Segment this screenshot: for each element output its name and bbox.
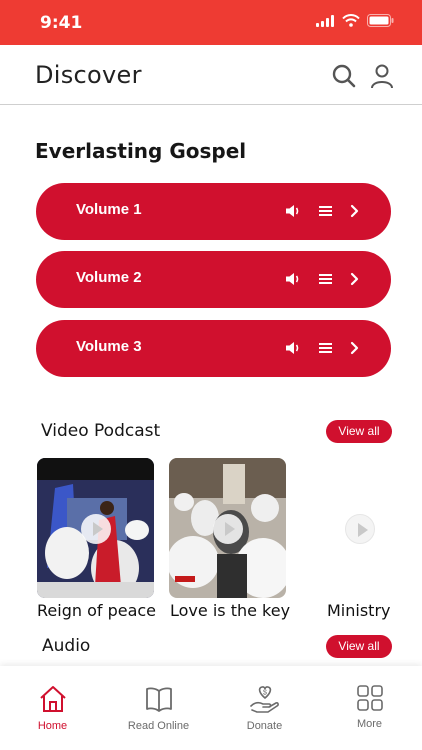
bottom-tab-bar: Home Read Online $ Donate More [0, 666, 422, 750]
tab-label-more: More [356, 718, 383, 730]
home-icon [39, 686, 66, 712]
status-time: 9:41 [40, 13, 83, 33]
book-icon [145, 687, 172, 712]
chevron-right-icon[interactable] [345, 202, 363, 220]
battery-icon [367, 14, 394, 27]
speaker-icon[interactable] [284, 202, 302, 220]
tab-label-read-online: Read Online [127, 720, 190, 732]
tab-label-home: Home [37, 720, 68, 732]
video-thumbnail-1[interactable] [37, 458, 154, 598]
page-title: Discover [35, 61, 142, 89]
svg-text:$: $ [263, 690, 267, 697]
video-thumbnail-3[interactable] [301, 458, 418, 598]
grid-icon [356, 685, 383, 711]
speaker-icon[interactable] [284, 270, 302, 288]
play-icon[interactable] [345, 514, 375, 544]
volume-label: Volume 2 [76, 269, 142, 286]
donate-hand-icon: $ [249, 686, 279, 713]
play-icon[interactable] [81, 514, 111, 544]
status-bar: 9:41 [0, 0, 422, 45]
menu-icon[interactable] [317, 202, 335, 220]
user-icon[interactable] [369, 63, 395, 89]
volume-button-1[interactable]: Volume 1 [36, 183, 391, 240]
tab-read-online[interactable]: Read Online [106, 666, 211, 750]
section-title-video-podcast: Video Podcast [41, 421, 161, 441]
signal-icon [316, 14, 334, 27]
volume-label: Volume 1 [76, 201, 142, 218]
speaker-icon[interactable] [284, 339, 302, 357]
play-icon[interactable] [213, 514, 243, 544]
tab-home[interactable]: Home [0, 666, 105, 750]
volume-button-2[interactable]: Volume 2 [36, 251, 391, 308]
status-icons [316, 14, 394, 27]
search-icon[interactable] [331, 63, 357, 89]
tab-donate[interactable]: $ Donate [212, 666, 317, 750]
view-all-video-button[interactable]: View all [326, 420, 392, 443]
video-caption-2: Love is the key [170, 601, 291, 620]
volume-button-3[interactable]: Volume 3 [36, 320, 391, 377]
tab-label-donate: Donate [246, 720, 283, 732]
volume-label: Volume 3 [76, 338, 142, 355]
tab-more[interactable]: More [317, 666, 422, 750]
section-title-audio: Audio [42, 636, 91, 656]
chevron-right-icon[interactable] [345, 339, 363, 357]
video-thumbnail-2[interactable] [169, 458, 286, 598]
app-header: Discover [0, 45, 422, 105]
menu-icon[interactable] [317, 339, 335, 357]
section-title-gospel: Everlasting Gospel [35, 139, 247, 163]
view-all-audio-button[interactable]: View all [326, 635, 392, 658]
chevron-right-icon[interactable] [345, 270, 363, 288]
video-caption-1: Reign of peace [37, 601, 157, 620]
video-caption-3: Ministry [327, 601, 391, 620]
menu-icon[interactable] [317, 270, 335, 288]
wifi-icon [342, 14, 360, 27]
